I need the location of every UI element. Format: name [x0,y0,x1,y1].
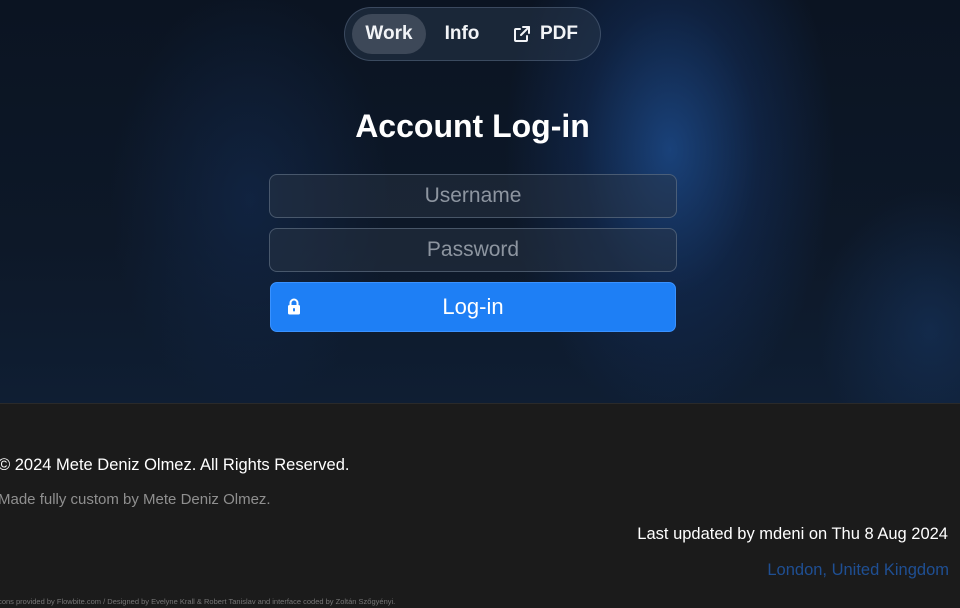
login-button[interactable]: Log-in [270,282,676,332]
top-nav: Work Info PDF [344,7,601,61]
last-updated-text: Last updated by mdeni on Thu 8 Aug 2024 [637,525,948,543]
nav-info-tab[interactable]: Info [435,14,489,54]
nav-pdf-label: PDF [540,23,578,44]
location-link[interactable]: London, United Kingdom [767,561,949,580]
username-input[interactable] [269,174,677,218]
external-link-icon [514,26,530,42]
nav-pdf-link[interactable]: PDF [505,14,585,54]
lock-icon [288,298,300,315]
page-footer: © 2024 Mete Deniz Olmez. All Rights Rese… [0,403,960,608]
login-button-label: Log-in [442,294,504,319]
password-input[interactable] [269,228,677,272]
nav-work-tab[interactable]: Work [352,14,426,54]
hero-section: Work Info PDF Account Log-in Log-in [0,0,960,403]
made-by-text: Made fully custom by Mete Deniz Olmez. [0,491,271,508]
nav-work-label: Work [365,23,413,44]
credits-text: Icons provided by Flowbite.com / Designe… [0,597,396,606]
page-title: Account Log-in [355,108,590,144]
nav-info-label: Info [444,23,480,44]
copyright-text: © 2024 Mete Deniz Olmez. All Rights Rese… [0,456,350,474]
